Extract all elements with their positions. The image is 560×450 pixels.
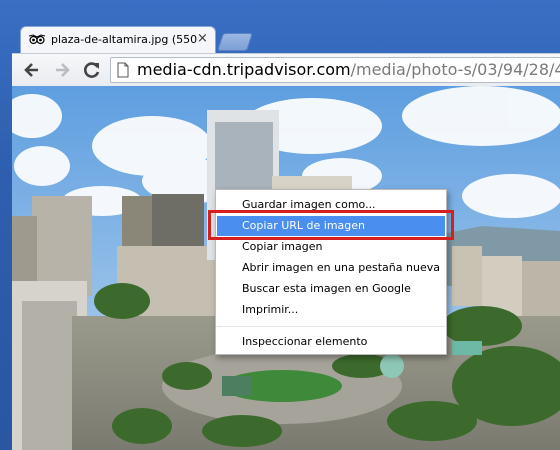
url-path: /media/photo-s/03/94/28/4d/plaz bbox=[350, 60, 560, 79]
menu-item-copy-image-url[interactable]: Copiar URL de imagen bbox=[217, 216, 445, 236]
menu-item-search-image-google[interactable]: Buscar esta imagen en Google bbox=[217, 279, 445, 299]
tab-title: plaza-de-altamira.jpg (550× bbox=[51, 33, 199, 46]
address-bar[interactable]: media-cdn.tripadvisor.com/media/photo-s/… bbox=[110, 57, 560, 83]
new-tab-button[interactable] bbox=[217, 33, 253, 51]
owl-icon bbox=[29, 34, 45, 45]
menu-separator bbox=[217, 326, 445, 327]
url-text: media-cdn.tripadvisor.com/media/photo-s/… bbox=[137, 60, 560, 79]
toolbar: media-cdn.tripadvisor.com/media/photo-s/… bbox=[12, 53, 560, 86]
forward-arrow-icon[interactable] bbox=[52, 60, 72, 80]
menu-item-print[interactable]: Imprimir... bbox=[217, 300, 445, 320]
back-arrow-icon[interactable] bbox=[22, 60, 42, 80]
menu-item-open-image-new-tab[interactable]: Abrir imagen en una pestaña nueva bbox=[217, 258, 445, 278]
page-icon bbox=[117, 62, 129, 78]
url-host: media-cdn.tripadvisor.com bbox=[137, 60, 351, 79]
context-menu: Guardar imagen como... Copiar URL de ima… bbox=[215, 189, 447, 355]
tab-close-icon[interactable]: × bbox=[197, 31, 208, 46]
menu-item-inspect-element[interactable]: Inspeccionar elemento bbox=[217, 332, 445, 352]
browser-window: plaza-de-altamira.jpg (550× × media-cdn.… bbox=[0, 0, 560, 450]
reload-icon[interactable] bbox=[82, 60, 102, 80]
menu-item-copy-image[interactable]: Copiar imagen bbox=[217, 237, 445, 257]
menu-item-save-image[interactable]: Guardar imagen como... bbox=[217, 195, 445, 215]
browser-tab[interactable]: plaza-de-altamira.jpg (550× × bbox=[20, 26, 216, 54]
